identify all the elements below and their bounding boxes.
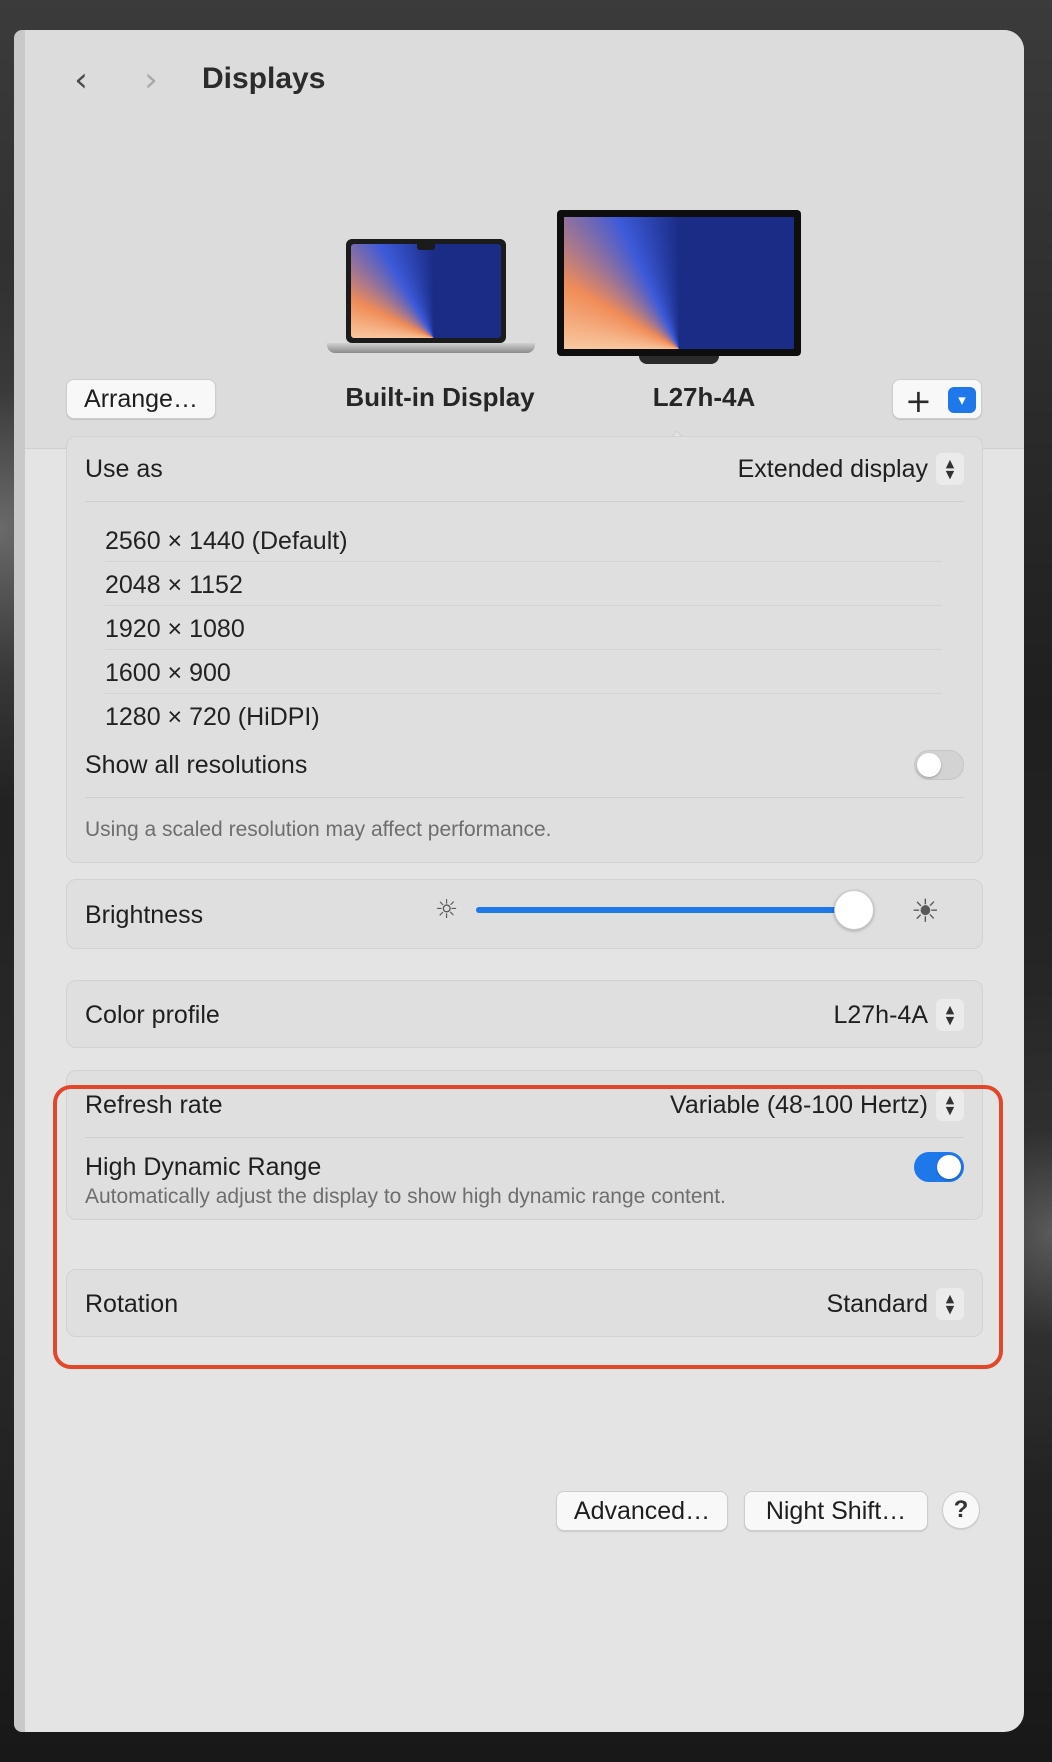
use-as-popup[interactable]: Extended display ▲ ▼	[738, 453, 964, 485]
brightness-row: Brightness	[85, 897, 964, 933]
color-profile-row: Color profile L27h-4A ▲ ▼	[85, 997, 964, 1033]
display-arrangement-header: ‹ › Displays Arrange… Built-in Display L…	[25, 30, 1024, 449]
chevron-right-icon[interactable]: ›	[131, 58, 171, 102]
night-shift-button[interactable]: Night Shift…	[744, 1491, 928, 1531]
use-as-value: Extended display	[737, 454, 928, 483]
sun-high-icon: ☀	[911, 892, 940, 930]
brightness-slider[interactable]	[476, 890, 874, 930]
color-profile-label: Color profile	[85, 1000, 220, 1029]
add-display-control[interactable]: + ▾	[892, 379, 982, 420]
add-display-button[interactable]: +	[905, 382, 932, 420]
color-profile-value: L27h-4A	[833, 1000, 928, 1029]
chevron-down-icon[interactable]: ▾	[948, 387, 976, 413]
highlight-annotation	[53, 1085, 1003, 1369]
show-all-resolutions-toggle[interactable]	[914, 750, 964, 780]
display-label-built-in[interactable]: Built-in Display	[315, 382, 565, 413]
display-label-l27h-4a[interactable]: L27h-4A	[584, 382, 824, 413]
resolution-option[interactable]: 1280 × 720 (HiDPI)	[105, 693, 942, 741]
laptop-icon[interactable]	[327, 239, 535, 355]
show-all-resolutions-row: Show all resolutions	[85, 747, 964, 783]
brightness-slider-thumb[interactable]	[834, 890, 874, 930]
resolution-option[interactable]: 1600 × 900	[105, 649, 942, 697]
color-profile-card: Color profile L27h-4A ▲ ▼	[66, 980, 983, 1048]
page-title: Displays	[202, 62, 326, 95]
brightness-card: Brightness ☼ ☀	[66, 879, 983, 949]
sun-low-icon: ☼	[435, 895, 459, 925]
monitor-icon[interactable]	[557, 210, 801, 366]
color-profile-popup[interactable]: L27h-4A ▲ ▼	[833, 999, 964, 1031]
brightness-label: Brightness	[85, 900, 204, 929]
chevron-left-icon[interactable]: ‹	[61, 58, 101, 102]
scaled-resolution-note: Using a scaled resolution may affect per…	[85, 818, 552, 841]
advanced-button[interactable]: Advanced…	[556, 1491, 728, 1531]
use-as-label: Use as	[85, 454, 163, 483]
brightness-slider-fill	[476, 907, 854, 913]
resolution-card: Use as Extended display ▲ ▼ 2560 × 1440 (…	[66, 436, 983, 863]
help-button[interactable]: ?	[942, 1491, 980, 1529]
displays-window: ‹ › Displays Arrange… Built-in Display L…	[25, 30, 1024, 1732]
arrange-button[interactable]: Arrange…	[66, 379, 216, 419]
resolution-option[interactable]: 2560 × 1440 (Default)	[105, 517, 942, 565]
up-down-chevron-icon: ▲ ▼	[936, 453, 964, 485]
resolution-option[interactable]: 2048 × 1152	[105, 561, 942, 609]
resolution-option[interactable]: 1920 × 1080	[105, 605, 942, 653]
show-all-resolutions-label: Show all resolutions	[85, 750, 308, 779]
use-as-row: Use as Extended display ▲ ▼	[85, 451, 964, 487]
up-down-chevron-icon: ▲ ▼	[936, 999, 964, 1031]
